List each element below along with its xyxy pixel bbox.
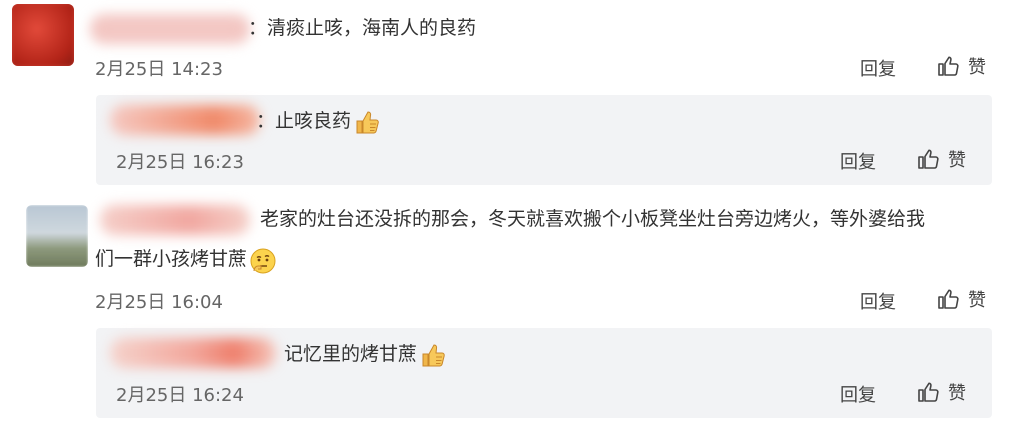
separator: ： — [256, 110, 276, 132]
reply-time: 2月25日 16:23 — [116, 152, 244, 173]
comment-body-line2: 们一群小孩烤甘蔗 — [95, 248, 248, 270]
reply-label: 回复 — [840, 152, 876, 173]
like-button[interactable]: 赞 — [936, 286, 986, 312]
thumbs-up-emoji-icon — [419, 342, 445, 368]
like-button[interactable]: 赞 — [916, 379, 966, 405]
thumbs-up-outline-icon — [936, 54, 960, 78]
reply-button[interactable]: 回复 — [860, 55, 896, 81]
username-blurred[interactable] — [100, 205, 250, 235]
reply-label: 回复 — [840, 385, 876, 406]
reply-body: 止咳良药 — [275, 110, 352, 132]
thumbs-up-outline-icon — [916, 380, 940, 404]
reply-item: 记忆里的烤甘蔗 2月25日 16:24 回复 赞 — [96, 328, 992, 418]
comment-text: ：清痰止咳，海南人的良药 — [248, 12, 476, 44]
thumbs-up-outline-icon — [916, 147, 940, 171]
reply-body: 记忆里的烤甘蔗 — [284, 343, 418, 365]
reply-text: ：止咳良药 — [256, 105, 379, 137]
reply-button[interactable]: 回复 — [860, 288, 896, 314]
separator: ： — [248, 17, 268, 39]
avatar[interactable] — [26, 205, 88, 267]
comment-body: 清痰止咳，海南人的良药 — [267, 17, 477, 39]
like-label: 赞 — [968, 290, 986, 311]
like-label: 赞 — [948, 150, 966, 171]
comment-item: 老家的灶台还没拆的那会，冬天就喜欢搬个小板凳坐灶台旁边烤火，等外婆给我 们一群小… — [0, 195, 1024, 325]
avatar[interactable] — [12, 4, 74, 66]
comment-time: 2月25日 14:23 — [95, 59, 223, 80]
username-blurred[interactable] — [110, 338, 276, 368]
like-button[interactable]: 赞 — [916, 146, 966, 172]
like-label: 赞 — [968, 57, 986, 78]
thumbs-up-outline-icon — [936, 287, 960, 311]
reply-item: ：止咳良药 2月25日 16:23 回复 赞 — [96, 95, 992, 185]
like-label: 赞 — [948, 383, 966, 404]
comment-body-line1: 老家的灶台还没拆的那会，冬天就喜欢搬个小板凳坐灶台旁边烤火，等外婆给我 — [260, 208, 926, 230]
username-blurred[interactable] — [110, 105, 260, 135]
username-blurred[interactable] — [90, 14, 250, 44]
reply-label: 回复 — [860, 292, 896, 313]
comment-text: 们一群小孩烤甘蔗 — [95, 243, 276, 275]
comment-time: 2月25日 16:04 — [95, 292, 223, 313]
thinking-face-emoji-icon — [249, 247, 276, 273]
reply-button[interactable]: 回复 — [840, 148, 876, 174]
like-button[interactable]: 赞 — [936, 53, 986, 79]
comment-item: ：清痰止咳，海南人的良药 2月25日 14:23 回复 赞 — [0, 0, 1024, 95]
comment-text: 老家的灶台还没拆的那会，冬天就喜欢搬个小板凳坐灶台旁边烤火，等外婆给我 — [260, 203, 925, 235]
reply-label: 回复 — [860, 59, 896, 80]
reply-button[interactable]: 回复 — [840, 381, 876, 407]
reply-time: 2月25日 16:24 — [116, 385, 244, 406]
reply-text: 记忆里的烤甘蔗 — [284, 338, 445, 370]
thumbs-up-emoji-icon — [353, 109, 379, 135]
